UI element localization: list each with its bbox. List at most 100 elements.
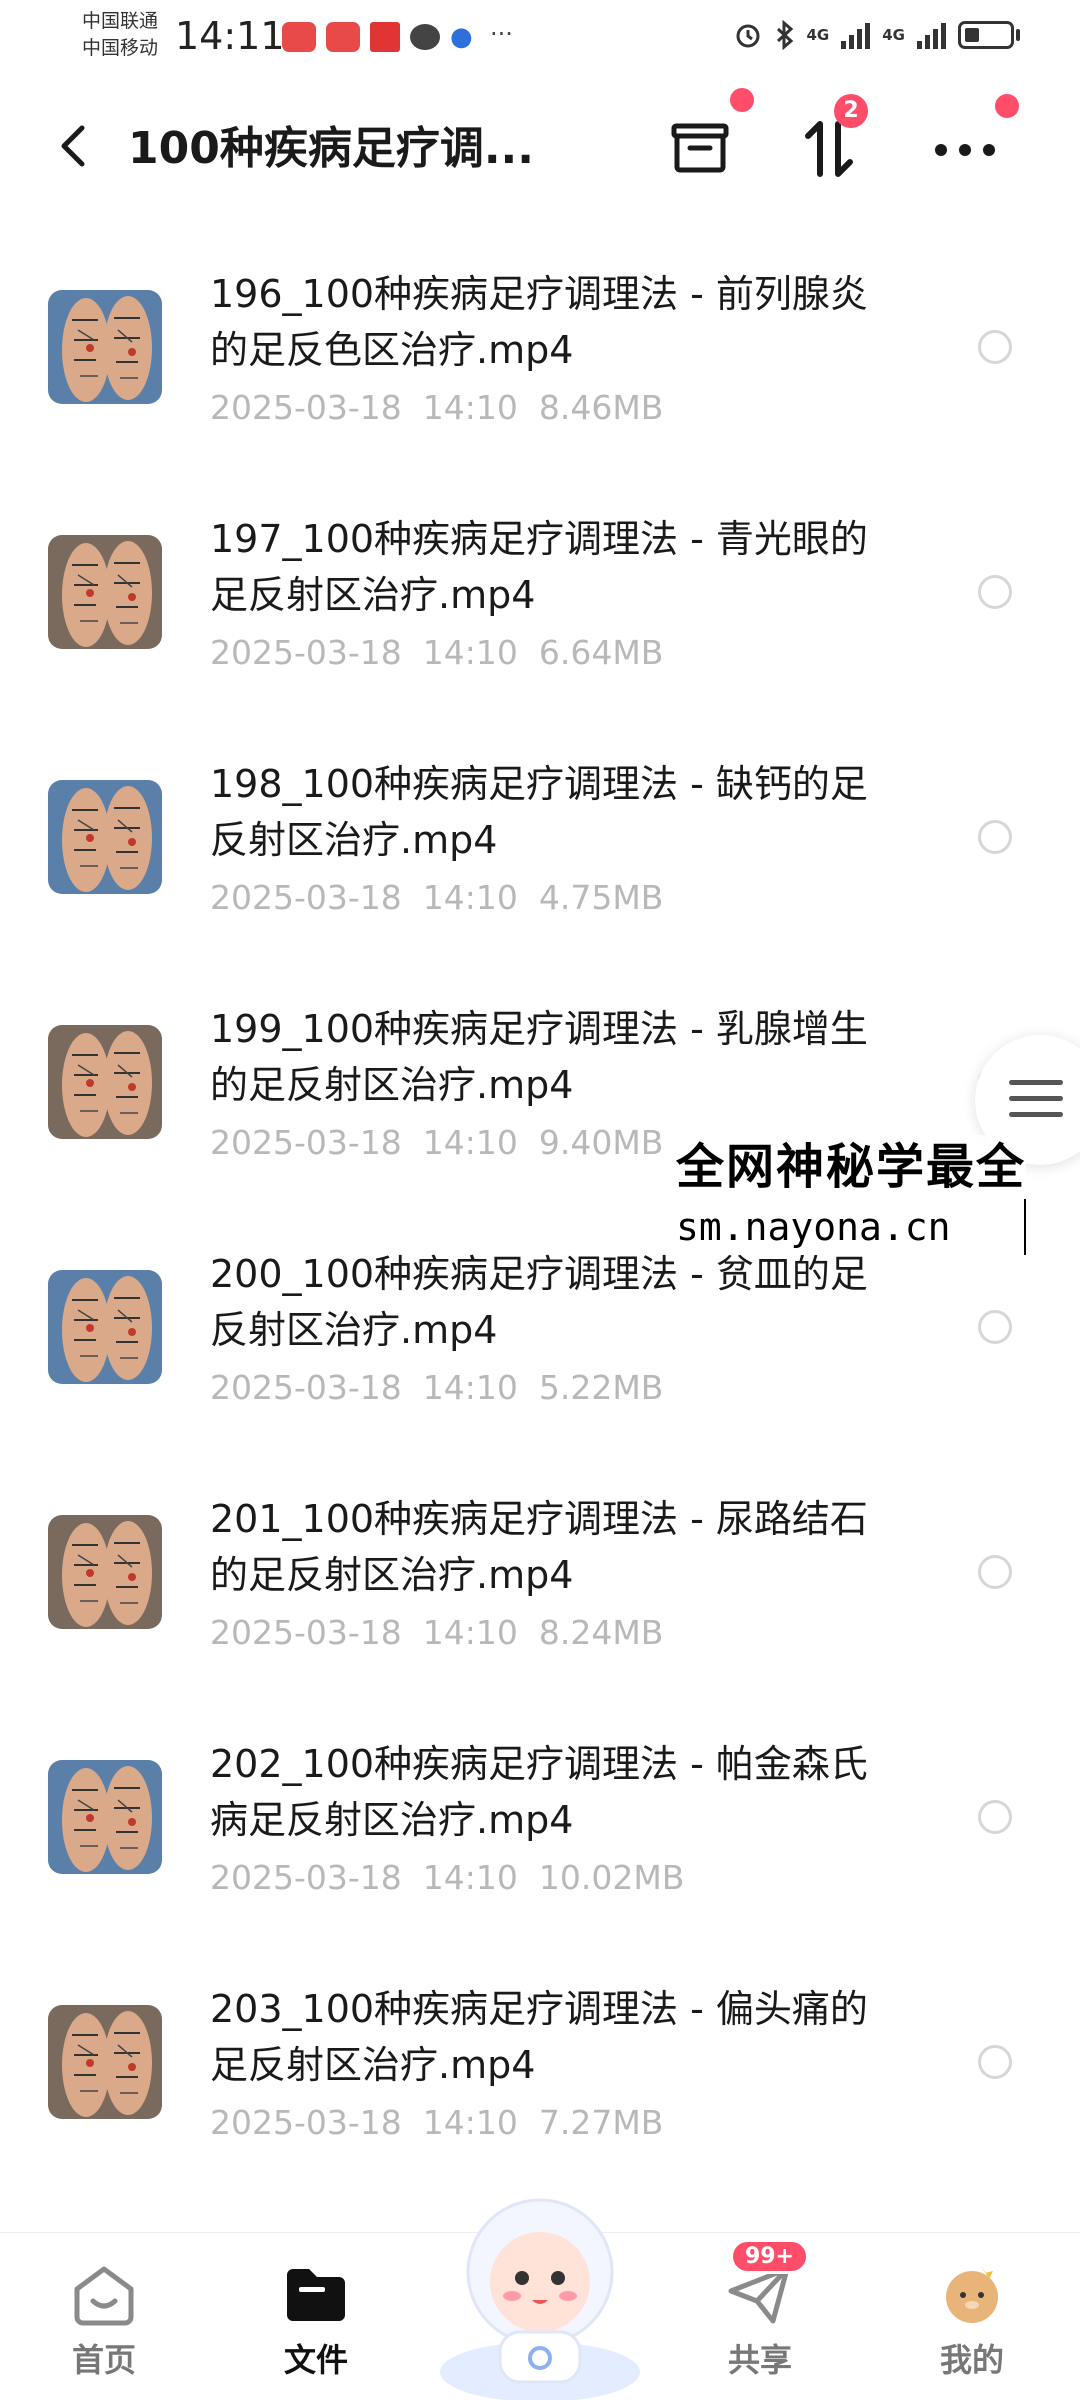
file-time: 14:10 xyxy=(422,1123,518,1162)
file-size: 8.24MB xyxy=(538,1613,664,1652)
nav-mine-label: 我的 xyxy=(939,2341,1004,2379)
file-date: 2025-03-18 xyxy=(210,1858,402,1897)
system-icons: 4G 4G xyxy=(733,20,1020,50)
network-type-1: 4G xyxy=(806,26,830,44)
file-time: 14:10 xyxy=(422,1368,518,1407)
file-date: 2025-03-18 xyxy=(210,878,402,917)
file-date: 2025-03-18 xyxy=(210,1613,402,1652)
nav-home[interactable]: 首页 xyxy=(34,2261,174,2381)
video-thumbnail xyxy=(48,1025,162,1139)
file-name: 197_100种疾病足疗调理法 - 青光眼的足反射区治疗.mp4 xyxy=(210,517,868,617)
transfer-button[interactable]: 2 xyxy=(790,94,870,188)
archive-notification-dot xyxy=(730,88,754,112)
file-name: 203_100种疾病足疗调理法 - 偏头痛的足反射区治疗.mp4 xyxy=(210,1987,868,2087)
video-thumbnail xyxy=(48,780,162,894)
mascot-assistant-button[interactable] xyxy=(430,2172,650,2400)
file-row[interactable]: 201_100种疾病足疗调理法 - 尿路结石的足反射区治疗.mp4 2025-0… xyxy=(0,1435,1080,1680)
back-button[interactable] xyxy=(48,116,98,176)
carrier-2: 中国移动 xyxy=(82,37,159,59)
video-thumbnail xyxy=(48,1760,162,1874)
select-checkbox[interactable] xyxy=(978,820,1012,854)
file-date: 2025-03-18 xyxy=(210,2103,402,2142)
file-name: 200_100种疾病足疗调理法 - 贫皿的足反射区治疗.mp4 xyxy=(210,1252,868,1352)
file-meta: 2025-03-18 14:10 9.40MB xyxy=(210,1123,663,1162)
battery-icon xyxy=(958,21,1014,49)
nav-home-label: 首页 xyxy=(71,2341,136,2379)
file-meta: 2025-03-18 14:10 6.64MB xyxy=(210,633,663,672)
huawei-app-icon-2 xyxy=(326,22,360,52)
video-thumbnail xyxy=(48,2005,162,2119)
huawei-app-icon xyxy=(282,22,316,52)
file-size: 8.46MB xyxy=(538,388,664,427)
carrier-1: 中国联通 xyxy=(82,10,159,32)
select-checkbox[interactable] xyxy=(978,575,1012,609)
select-checkbox[interactable] xyxy=(978,330,1012,364)
file-row[interactable]: 196_100种疾病足疗调理法 - 前列腺炎的足反色区治疗.mp4 2025-0… xyxy=(0,210,1080,455)
more-dots-icon xyxy=(935,144,995,156)
nav-mine[interactable]: 我的 xyxy=(902,2261,1042,2381)
home-icon xyxy=(69,2261,139,2327)
file-meta: 2025-03-18 14:10 10.02MB xyxy=(210,1858,684,1897)
file-meta: 2025-03-18 14:10 8.46MB xyxy=(210,388,663,427)
video-thumbnail xyxy=(48,290,162,404)
file-name: 202_100种疾病足疗调理法 - 帕金森氏病足反射区治疗.mp4 xyxy=(210,1742,868,1842)
chat-icon xyxy=(410,24,440,50)
nav-share-label: 共享 xyxy=(727,2341,792,2379)
file-size: 10.02MB xyxy=(538,1858,685,1897)
file-meta: 2025-03-18 14:10 7.27MB xyxy=(210,2103,663,2142)
watermark-url: sm.nayona.cn xyxy=(676,1199,1027,1255)
header-bar: 100种疾病足疗调... 2 xyxy=(0,80,1080,210)
file-meta: 2025-03-18 14:10 5.22MB xyxy=(210,1368,663,1407)
carrier-info: 中国联通 中国移动 xyxy=(82,8,158,62)
bluetooth-icon xyxy=(776,20,793,50)
more-notifications-icon: ··· xyxy=(490,20,513,48)
video-thumbnail xyxy=(48,1515,162,1629)
file-name: 201_100种疾病足疗调理法 - 尿路结石的足反射区治疗.mp4 xyxy=(210,1497,868,1597)
archive-button[interactable] xyxy=(660,88,754,188)
nav-files-label: 文件 xyxy=(283,2341,348,2379)
file-row[interactable]: 198_100种疾病足疗调理法 - 缺钙的足反射区治疗.mp4 2025-03-… xyxy=(0,700,1080,945)
file-size: 7.27MB xyxy=(538,2103,664,2142)
baidu-paw-icon: ● xyxy=(450,22,473,52)
file-time: 14:10 xyxy=(422,878,518,917)
nav-files[interactable]: 文件 xyxy=(246,2261,386,2381)
file-date: 2025-03-18 xyxy=(210,1123,402,1162)
watermark: 全网神秘学最全 sm.nayona.cn xyxy=(676,1135,1027,1255)
file-date: 2025-03-18 xyxy=(210,1368,402,1407)
select-checkbox[interactable] xyxy=(978,1310,1012,1344)
signal-bars-2-icon xyxy=(917,21,946,49)
clock: 14:11 xyxy=(175,14,285,58)
folder-icon xyxy=(281,2261,351,2327)
status-bar: 中国联通 中国移动 14:11 ● ··· 4G 4G xyxy=(0,0,1080,80)
transfer-badge: 2 xyxy=(834,94,868,128)
battery-cap xyxy=(1016,29,1020,41)
file-name: 196_100种疾病足疗调理法 - 前列腺炎的足反色区治疗.mp4 xyxy=(210,272,868,372)
file-time: 14:10 xyxy=(422,388,518,427)
menu-lines-icon xyxy=(1009,1080,1063,1128)
file-row[interactable]: 203_100种疾病足疗调理法 - 偏头痛的足反射区治疗.mp4 2025-03… xyxy=(0,1925,1080,2170)
select-checkbox[interactable] xyxy=(978,1555,1012,1589)
file-row[interactable]: 202_100种疾病足疗调理法 - 帕金森氏病足反射区治疗.mp4 2025-0… xyxy=(0,1680,1080,1925)
file-row[interactable]: 197_100种疾病足疗调理法 - 青光眼的足反射区治疗.mp4 2025-03… xyxy=(0,455,1080,700)
file-size: 4.75MB xyxy=(538,878,664,917)
file-size: 9.40MB xyxy=(538,1123,664,1162)
video-thumbnail xyxy=(48,1270,162,1384)
file-meta: 2025-03-18 14:10 8.24MB xyxy=(210,1613,663,1652)
page-title: 100种疾病足疗调... xyxy=(128,123,534,174)
select-checkbox[interactable] xyxy=(978,1800,1012,1834)
video-thumbnail xyxy=(48,535,162,649)
file-date: 2025-03-18 xyxy=(210,388,402,427)
file-date: 2025-03-18 xyxy=(210,633,402,672)
file-time: 14:10 xyxy=(422,1613,518,1652)
alarm-icon xyxy=(736,24,759,48)
select-checkbox[interactable] xyxy=(978,2045,1012,2079)
book-icon xyxy=(370,22,400,52)
file-time: 14:10 xyxy=(422,2103,518,2142)
network-type-2: 4G xyxy=(882,26,905,44)
chevron-left-icon xyxy=(61,125,85,167)
nav-share[interactable]: 99+ 共享 xyxy=(690,2239,830,2381)
file-meta: 2025-03-18 14:10 4.75MB xyxy=(210,878,663,917)
more-options-button[interactable] xyxy=(925,94,1019,188)
notification-icons: ● ··· xyxy=(282,22,524,52)
more-notification-dot xyxy=(995,94,1019,118)
